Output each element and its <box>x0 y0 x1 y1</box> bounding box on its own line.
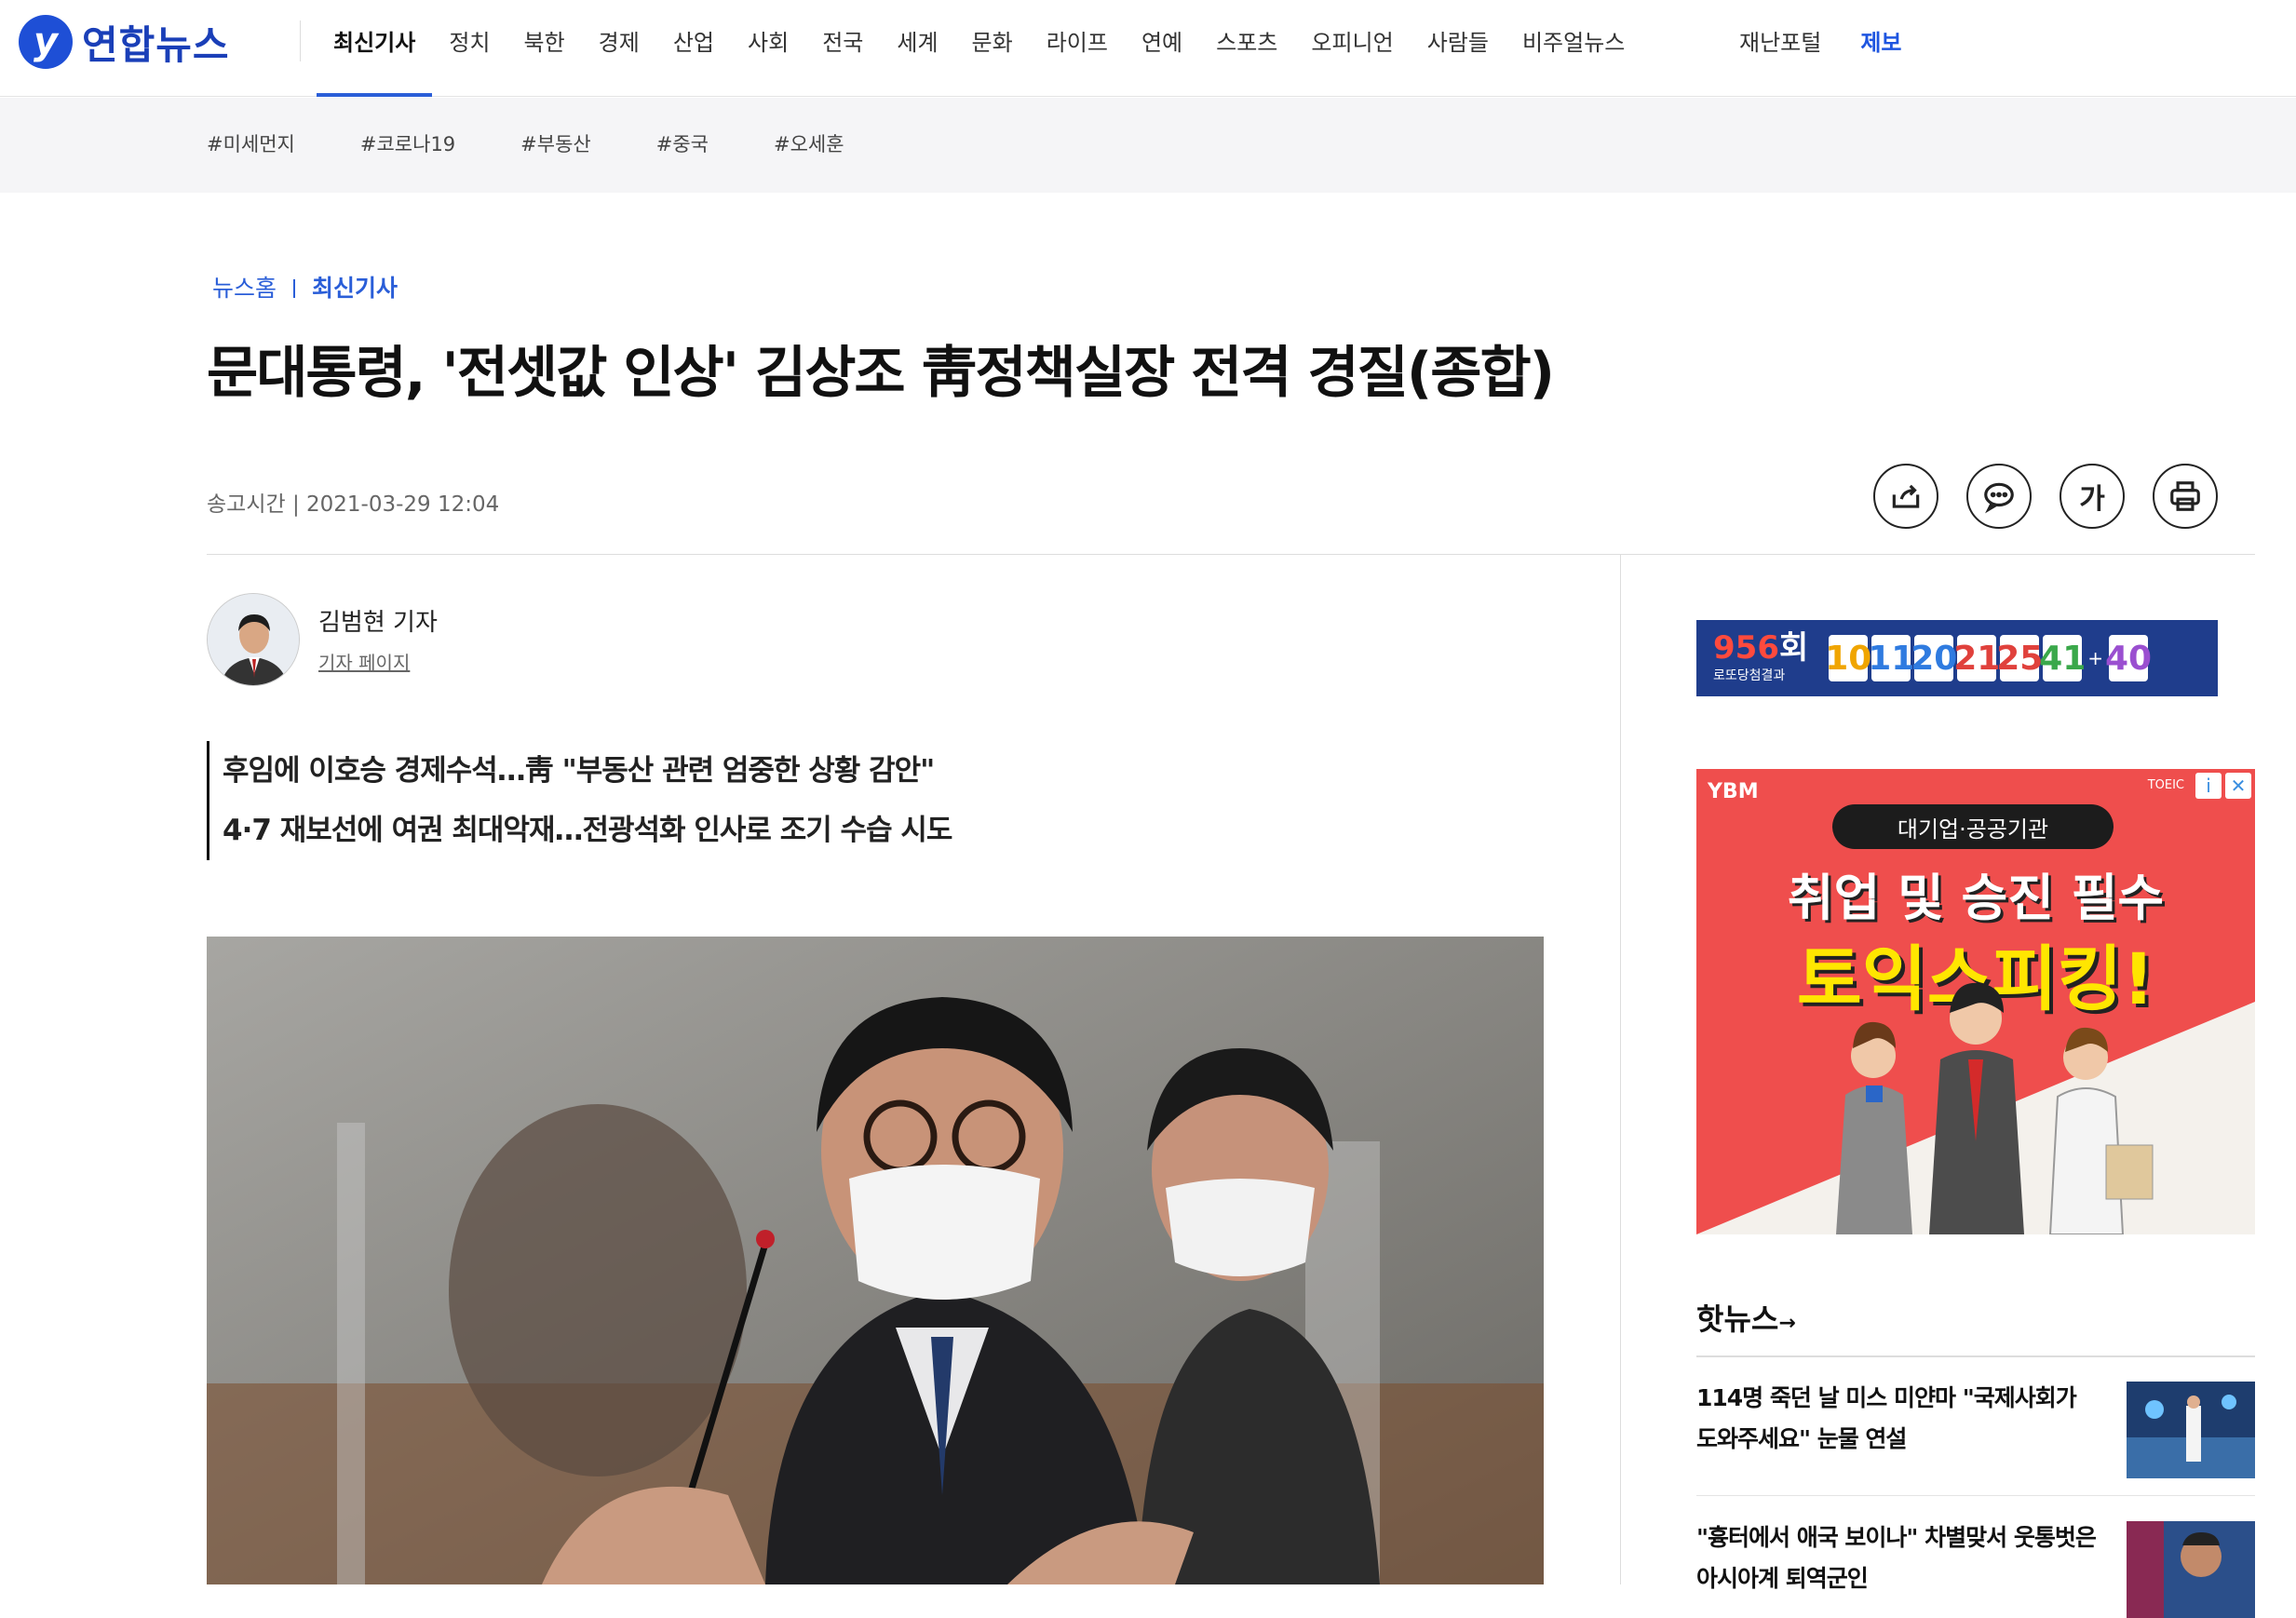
lotto-subtitle: 로또당첨결과 <box>1713 668 1786 683</box>
lotto-ball: 25 <box>1996 635 2043 681</box>
logo-mark: y <box>19 15 73 69</box>
nav-item-opinion[interactable]: 오피니언 <box>1294 0 1410 95</box>
print-button[interactable] <box>2153 464 2218 529</box>
article-summary: 후임에 이호승 경제수석…靑 "부동산 관련 엄중한 상황 감안" 4·7 재보… <box>207 741 952 860</box>
hot-news-headline[interactable]: "흉터에서 애국 보이나" 차별맞서 웃통벗은 아시아계 퇴역군인 <box>1696 1517 2097 1599</box>
nav-item-people[interactable]: 사람들 <box>1411 0 1506 95</box>
lotto-round: 956회 로또당첨결과 <box>1713 632 1808 684</box>
site-logo[interactable]: y 연합뉴스 <box>19 11 230 73</box>
disaster-portal-link[interactable]: 재난포털 <box>1739 24 1821 57</box>
arrow-right-icon: → <box>1778 1312 1796 1335</box>
hashtag-link[interactable]: #부동산 <box>520 129 591 157</box>
breadcrumb-separator <box>293 279 296 298</box>
hot-news-title-text: 핫뉴스 <box>1696 1301 1779 1337</box>
lotto-ball: 21 <box>1953 635 2000 681</box>
share-icon <box>1892 484 1920 508</box>
main-menu: 최신기사 정치 북한 경제 산업 사회 전국 세계 문화 라이프 연예 스포츠 … <box>317 0 1641 97</box>
author-name: 김범현 기자 <box>318 609 438 637</box>
plus-icon: + <box>2087 647 2104 669</box>
author-page-link[interactable]: 기자 페이지 <box>318 648 410 675</box>
author-photo <box>208 594 299 685</box>
publish-time-label: 송고시간 <box>207 492 286 517</box>
lotto-bonus-ball: 40 <box>2105 635 2152 681</box>
publish-time-value: 2021-03-29 12:04 <box>306 492 500 517</box>
divider <box>1696 1355 2255 1357</box>
comment-button[interactable] <box>1966 464 2032 529</box>
ad-figure-1 <box>1836 1021 1912 1234</box>
lotto-ball: 11 <box>1868 635 1914 681</box>
summary-line: 후임에 이호승 경제수석…靑 "부동산 관련 엄중한 상황 감안" <box>223 754 935 788</box>
hot-news-item[interactable]: "흉터에서 애국 보이나" 차별맞서 웃통벗은 아시아계 퇴역군인 <box>1696 1517 2255 1618</box>
hashtag-link[interactable]: #중국 <box>656 129 709 157</box>
lotto-ball: 20 <box>1911 635 1957 681</box>
hot-news-thumbnail[interactable] <box>2127 1521 2255 1618</box>
nav-item-sports[interactable]: 스포츠 <box>1199 0 1294 95</box>
ad-illustration <box>1696 982 2255 1234</box>
divider <box>1696 1495 2255 1496</box>
hashtag-link[interactable]: #오세훈 <box>774 129 844 157</box>
author-avatar[interactable] <box>207 593 300 686</box>
report-tip-link[interactable]: 제보 <box>1860 24 1901 57</box>
lotto-result-banner[interactable]: 956회 로또당첨결과 10 11 20 21 25 41 + 40 <box>1696 620 2218 696</box>
article-photo-image <box>207 937 1544 1584</box>
top-navigation: y 연합뉴스 최신기사 정치 북한 경제 산업 사회 전국 세계 문화 라이프 … <box>0 0 2296 97</box>
nav-item-visual-news[interactable]: 비주얼뉴스 <box>1506 0 1641 95</box>
hot-news-title[interactable]: 핫뉴스→ <box>1696 1296 1796 1339</box>
font-size-icon: 가 <box>2079 483 2105 516</box>
nav-item-latest[interactable]: 최신기사 <box>317 0 433 97</box>
nav-item-life[interactable]: 라이프 <box>1030 0 1125 95</box>
breadcrumb-home[interactable]: 뉴스홈 <box>212 270 277 303</box>
article-photo[interactable] <box>207 937 1544 1584</box>
font-size-button[interactable]: 가 <box>2060 464 2125 529</box>
logo-text: 연합뉴스 <box>82 21 230 68</box>
divider <box>207 554 2255 555</box>
hashtag-bar: #미세먼지 #코로나19 #부동산 #중국 #오세훈 <box>0 98 2296 193</box>
nav-item-world[interactable]: 세계 <box>880 0 954 95</box>
nav-item-entertainment[interactable]: 연예 <box>1125 0 1199 95</box>
nav-item-culture[interactable]: 문화 <box>955 0 1030 95</box>
divider <box>300 20 301 61</box>
publish-time: 송고시간 | 2021-03-29 12:04 <box>207 492 500 517</box>
lotto-round-suffix: 회 <box>1778 629 1809 667</box>
article-tools: 가 <box>1873 464 2218 529</box>
column-divider <box>1620 555 1621 1584</box>
nav-item-politics[interactable]: 정치 <box>432 0 506 95</box>
lotto-numbers: 10 11 20 21 25 41 + 40 <box>1825 635 2152 681</box>
share-button[interactable] <box>1873 464 1938 529</box>
lotto-round-number: 956 <box>1713 629 1779 667</box>
summary-line: 4·7 재보선에 여권 최대악재…전광석화 인사로 조기 수습 시도 <box>223 814 952 847</box>
ad-figure-2 <box>1929 982 2024 1234</box>
hot-news-thumbnail[interactable] <box>2127 1382 2255 1478</box>
print-icon <box>2170 481 2200 511</box>
lotto-ball: 10 <box>1825 635 1871 681</box>
nav-item-nationwide[interactable]: 전국 <box>805 0 880 95</box>
nav-item-north-korea[interactable]: 북한 <box>507 0 582 95</box>
article-headline: 문대통령, '전셋값 인상' 김상조 靑정책실장 전격 경질(종합) <box>207 341 1555 406</box>
hot-news-item[interactable]: 114명 죽던 날 미스 미얀마 "국제사회가 도와주세요" 눈물 연설 <box>1696 1378 2255 1478</box>
nav-item-industry[interactable]: 산업 <box>656 0 731 95</box>
breadcrumb: 뉴스홈 최신기사 <box>212 270 398 303</box>
thumbnail-image <box>2127 1521 2255 1618</box>
hot-news-headline[interactable]: 114명 죽던 날 미스 미얀마 "국제사회가 도와주세요" 눈물 연설 <box>1696 1378 2097 1460</box>
lotto-ball: 41 <box>2039 635 2086 681</box>
utility-menu: 재난포털 제보 <box>1739 24 1902 57</box>
breadcrumb-current[interactable]: 최신기사 <box>312 270 398 303</box>
comment-icon <box>1984 482 2014 514</box>
thumbnail-image <box>2127 1382 2255 1478</box>
hashtag-link[interactable]: #코로나19 <box>360 129 455 157</box>
advertisement-banner[interactable]: YBM TOEIC i ✕ 대기업·공공기관 취업 및 승진 필수 토익스피킹! <box>1696 769 2255 1234</box>
nav-item-society[interactable]: 사회 <box>731 0 805 95</box>
nav-item-economy[interactable]: 경제 <box>582 0 656 95</box>
hashtag-link[interactable]: #미세먼지 <box>207 129 295 157</box>
